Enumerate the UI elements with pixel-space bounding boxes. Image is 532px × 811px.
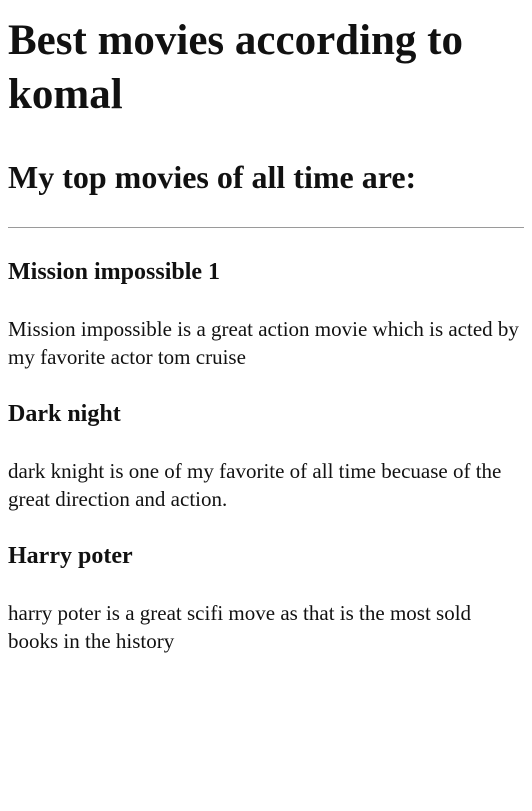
movie-title: Harry poter	[8, 543, 133, 569]
movie-entry: Harry poter harry poter is a great scifi…	[8, 542, 524, 655]
movie-description: harry poter is a great scifi move as tha…	[8, 601, 472, 653]
page-subtitle: My top movies of all time are:	[8, 159, 417, 195]
divider	[8, 227, 524, 228]
page-title: Best movies according to komal	[8, 17, 464, 118]
movie-entry: Dark night dark knight is one of my favo…	[8, 400, 524, 513]
movie-description: dark knight is one of my favorite of all…	[8, 459, 502, 511]
movie-title: Mission impossible 1	[8, 259, 221, 285]
page-content: Best movies according to komal My top mo…	[0, 14, 532, 655]
movie-description: Mission impossible is a great action mov…	[8, 317, 519, 369]
movie-entry: Mission impossible 1 Mission impossible …	[8, 258, 524, 371]
movie-title: Dark night	[8, 401, 121, 427]
